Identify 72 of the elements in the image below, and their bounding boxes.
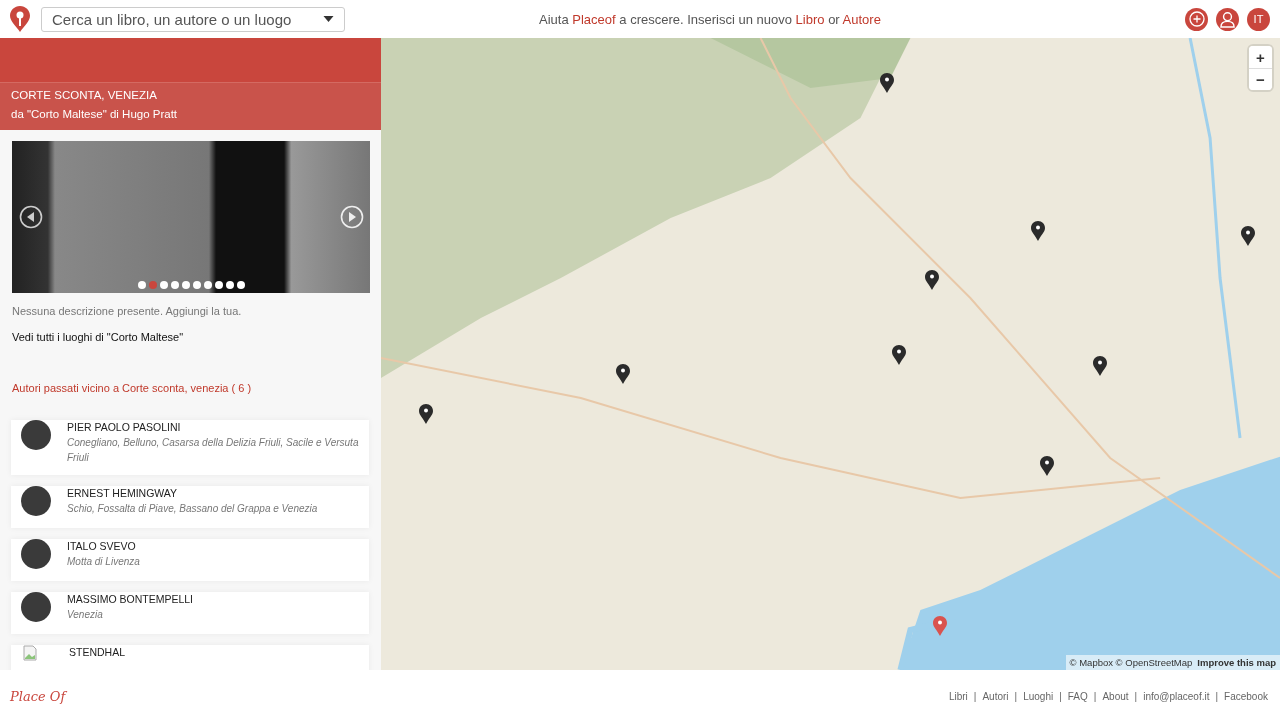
avatar-placeholder: [21, 420, 51, 450]
map-pin-logo-icon[interactable]: [10, 6, 30, 32]
author-name: ITALO SVEVO: [67, 539, 137, 553]
caret-icon[interactable]: [323, 16, 334, 22]
search-field[interactable]: Cerca un libro, un autore o un luogo: [41, 6, 345, 32]
promo-text: Aiuta Placeof a crescere. Inserisci un nuovo Libro or Autore: [538, 11, 882, 27]
author-places: Schio, Fossalta di Piave, Bassano del Grappa e Venezia: [67, 502, 318, 516]
footer-link[interactable]: Autori: [982, 691, 1009, 702]
slide-dot[interactable]: [181, 281, 190, 289]
footer-link[interactable]: Luoghi: [1023, 691, 1054, 702]
slide-dot[interactable]: [159, 281, 168, 289]
footer-link[interactable]: info@placeof.it: [1143, 691, 1210, 702]
author-name: STENDHAL: [69, 645, 125, 659]
link-separator: |: [1134, 691, 1138, 702]
map-pin-icon[interactable]: [1241, 226, 1255, 246]
slide-dot[interactable]: [214, 281, 223, 289]
map-attribution: © Mapbox © OpenStreetMap: [1069, 657, 1193, 668]
author-name: PIER PAOLO PASOLINI: [67, 420, 182, 434]
user-icon: [1220, 10, 1235, 28]
language-button[interactable]: IT: [1247, 7, 1270, 31]
footer-link[interactable]: Facebook: [1224, 691, 1268, 702]
place-subtitle: da "Corto Maltese" di Hugo Pratt: [11, 107, 179, 121]
promo-link[interactable]: Autore: [842, 11, 881, 27]
promo-link[interactable]: Libro: [795, 11, 825, 27]
link-separator: |: [973, 691, 977, 702]
author-card[interactable]: PIER PAOLO PASOLINI Conegliano, Belluno, Casarsa della Delizia Friuli, Sacile e Versuta Friuli: [11, 420, 369, 475]
map-pin-icon[interactable]: [880, 73, 894, 93]
slide-dot[interactable]: [148, 281, 157, 289]
place-title: CORTE SCONTA, VENEZIA: [11, 88, 158, 102]
footer-link[interactable]: About: [1102, 691, 1129, 702]
author-card[interactable]: ERNEST HEMINGWAY Schio, Fossalta di Piave, Bassano del Grappa e Venezia: [11, 486, 369, 528]
author-name: MASSIMO BONTEMPELLI: [67, 592, 194, 606]
place-of-logo[interactable]: Place Of: [10, 689, 66, 704]
map-pin-icon[interactable]: [616, 364, 630, 384]
footer-link[interactable]: FAQ: [1067, 691, 1088, 702]
promo-link[interactable]: Placeof: [572, 11, 616, 27]
map-pin-icon[interactable]: [1040, 456, 1054, 476]
authors-heading: Autori passati vicino a Corte sconta, venezia ( 6 ): [12, 382, 253, 394]
slide-dot[interactable]: [137, 281, 146, 289]
map-pin-icon[interactable]: [1031, 221, 1045, 241]
slide-dot[interactable]: [225, 281, 234, 289]
slide-dot[interactable]: [203, 281, 212, 289]
description-text: Nessuna descrizione presente. Aggiungi la tua.: [12, 305, 243, 317]
plus-circle-icon: [1188, 11, 1205, 27]
zoom-out-button[interactable]: −: [1249, 68, 1272, 90]
avatar-placeholder: [21, 539, 51, 569]
all-places-link[interactable]: Vedi tutti i luoghi di "Corto Maltese": [12, 331, 369, 343]
avatar-placeholder: [21, 486, 51, 516]
map-pin-icon[interactable]: [419, 404, 433, 424]
slide-dot[interactable]: [236, 281, 245, 289]
link-separator: |: [1093, 691, 1097, 702]
map-pin-icon[interactable]: [925, 270, 939, 290]
author-card[interactable]: ITALO SVEVO Motta di Livenza: [11, 539, 369, 581]
improve-map-link[interactable]: Improve this map: [1197, 657, 1276, 668]
footer-link[interactable]: Libri: [948, 691, 968, 702]
author-card[interactable]: STENDHAL: [11, 645, 369, 670]
author-places: Venezia: [67, 608, 104, 622]
link-separator: |: [1014, 691, 1018, 702]
broken-image-icon: [23, 645, 37, 661]
map-pin-icon[interactable]: [892, 345, 906, 365]
add-button[interactable]: [1185, 7, 1208, 31]
author-places: Conegliano, Belluno, Casarsa della Delizia Friuli, Sacile e Versuta Friuli: [67, 436, 359, 465]
link-separator: |: [1059, 691, 1062, 702]
author-places: Motta di Livenza: [67, 555, 140, 569]
avatar-placeholder: [21, 592, 51, 622]
slide-dot[interactable]: [192, 281, 201, 289]
user-button[interactable]: [1216, 7, 1239, 31]
slide-dot[interactable]: [170, 281, 179, 289]
link-separator: |: [1215, 691, 1219, 702]
author-card[interactable]: MASSIMO BONTEMPELLI Venezia: [11, 592, 369, 634]
author-name: ERNEST HEMINGWAY: [67, 486, 179, 500]
map-pin-icon[interactable]: [1093, 356, 1107, 376]
